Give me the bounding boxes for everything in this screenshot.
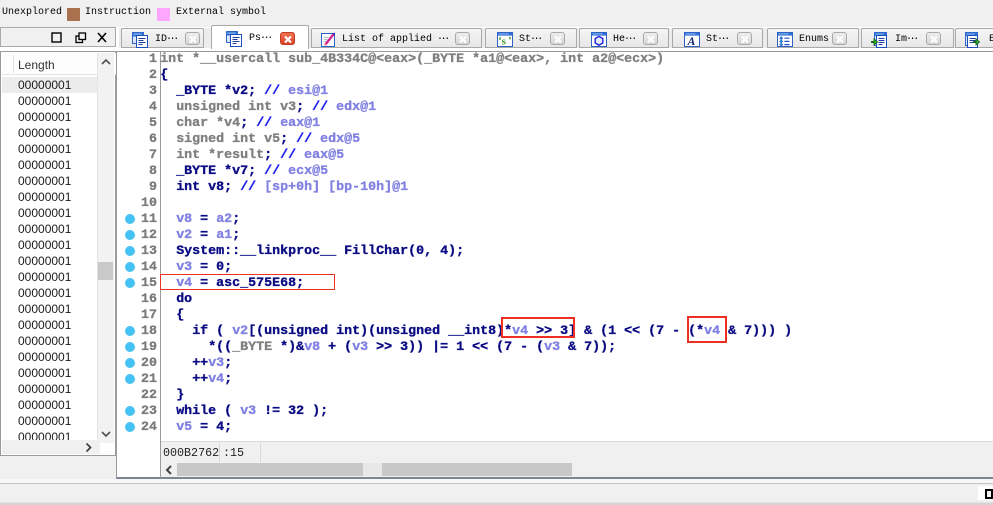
svg-text:A: A bbox=[687, 36, 696, 48]
svg-text:s: s bbox=[502, 36, 507, 48]
